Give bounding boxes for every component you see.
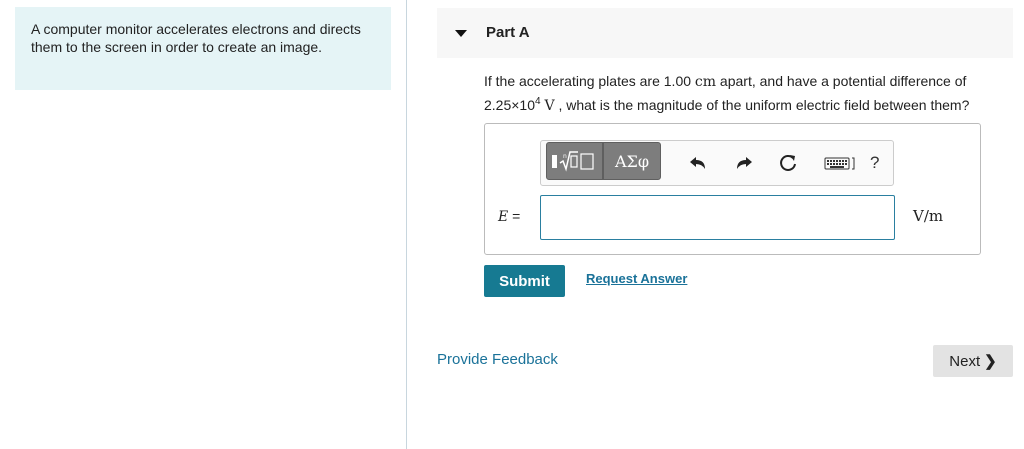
answer-input[interactable] xyxy=(540,195,895,240)
question-post: , what is the magnitude of the uniform e… xyxy=(554,97,970,113)
collapse-caret-icon[interactable] xyxy=(455,30,467,37)
answer-variable: E xyxy=(498,209,509,225)
request-answer-link[interactable]: Request Answer xyxy=(586,271,687,286)
next-button-label: Next xyxy=(949,352,981,370)
help-icon[interactable]: ? xyxy=(870,153,879,173)
question-exponent: 4 xyxy=(535,96,541,107)
reset-icon xyxy=(780,155,796,171)
question-mid: apart, and have a potential difference o… xyxy=(716,73,967,89)
answer-variable-label: E = xyxy=(498,208,520,225)
redo-button[interactable] xyxy=(733,152,755,174)
question-unit-distance: cm xyxy=(694,74,717,90)
question-pre: If the accelerating plates are 1.00 xyxy=(484,73,695,89)
question-unit-voltage: V xyxy=(544,98,555,114)
templates-button[interactable]: n xyxy=(546,142,603,180)
problem-intro-panel: A computer monitor accelerates electrons… xyxy=(15,7,391,90)
part-title[interactable]: Part A xyxy=(486,24,530,41)
undo-icon xyxy=(690,157,705,169)
next-button[interactable]: Next ❯ xyxy=(933,345,1013,377)
redo-icon xyxy=(737,157,752,169)
greek-symbols-icon: ΑΣφ xyxy=(614,151,650,171)
question-text: If the accelerating plates are 1.00 cm a… xyxy=(484,70,1019,118)
svg-text:n: n xyxy=(563,153,567,160)
keyboard-button[interactable] xyxy=(823,152,857,174)
submit-button[interactable]: Submit xyxy=(484,265,565,297)
templates-icon: n xyxy=(551,151,594,172)
keyboard-icon xyxy=(824,157,855,170)
answer-equals: = xyxy=(508,208,521,224)
column-divider xyxy=(406,0,407,449)
problem-intro-text: A computer monitor accelerates electrons… xyxy=(31,21,361,55)
provide-feedback-link[interactable]: Provide Feedback xyxy=(437,351,558,368)
undo-button[interactable] xyxy=(687,152,709,174)
greek-symbols-button[interactable]: ΑΣφ xyxy=(603,142,661,180)
answer-unit-label: V/m xyxy=(913,207,944,225)
chevron-right-icon: ❯ xyxy=(984,353,997,370)
question-coefficient: 2.25×10 xyxy=(484,97,535,113)
reset-button[interactable] xyxy=(777,152,799,174)
